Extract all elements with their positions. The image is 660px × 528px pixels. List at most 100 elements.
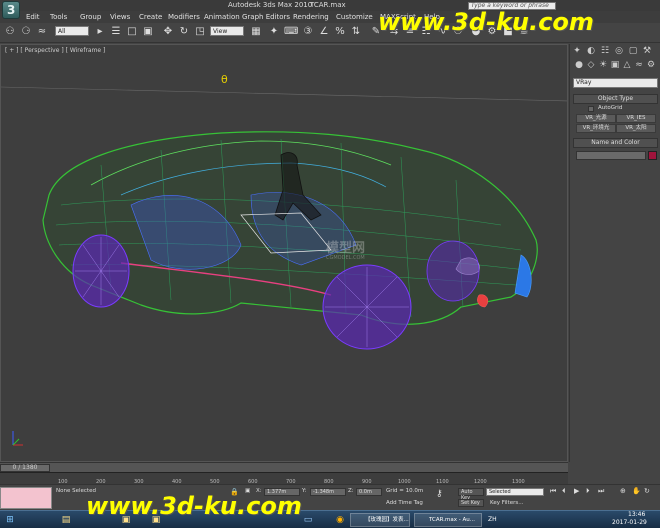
hierarchy-tab-icon[interactable]: ☷: [600, 46, 610, 56]
name-and-color-rollout[interactable]: Name and Color: [573, 138, 658, 148]
select-object-icon[interactable]: ▸: [94, 26, 106, 38]
site-watermark-top: www.3d-ku.com: [378, 8, 594, 36]
select-manipulate-icon[interactable]: ✦: [268, 26, 280, 38]
input-language[interactable]: ZH: [488, 516, 497, 523]
shapes-icon[interactable]: ◇: [586, 60, 596, 70]
menu-animation[interactable]: Animation: [204, 13, 240, 21]
window-title: Autodesk 3ds Max 2010: [228, 1, 313, 9]
object-color-swatch[interactable]: [648, 151, 657, 160]
create-tab-icon[interactable]: ✦: [572, 46, 582, 56]
scale-icon[interactable]: ◳: [194, 26, 206, 38]
spinner-snap-icon[interactable]: ⇅: [350, 26, 362, 38]
y-coordinate-field[interactable]: -1.348m: [310, 488, 346, 496]
menu-views[interactable]: Views: [110, 13, 130, 21]
pivot-gizmo-icon[interactable]: θ: [221, 73, 228, 86]
reference-coord-dropdown[interactable]: View: [210, 26, 244, 36]
autogrid-checkbox[interactable]: [588, 106, 594, 112]
percent-snap-icon[interactable]: %: [334, 26, 346, 38]
time-slider[interactable]: 0 / 1380: [0, 462, 568, 472]
menu-graph-editors[interactable]: Graph Editors: [242, 13, 290, 21]
desktop-icon[interactable]: ▭: [302, 514, 314, 526]
lights-icon[interactable]: ☀: [598, 60, 608, 70]
clock-date[interactable]: 2017-01-29: [612, 519, 647, 526]
front-wheel: [322, 264, 412, 350]
modify-tab-icon[interactable]: ◐: [586, 46, 596, 56]
vr-ambient-light-button[interactable]: VR_环境光: [576, 124, 616, 133]
key-filters-button[interactable]: Key Filters...: [490, 500, 523, 506]
prev-frame-icon[interactable]: ⏴: [562, 487, 566, 496]
renderer-dropdown[interactable]: VRay: [573, 78, 658, 88]
clock-time[interactable]: 13:46: [628, 511, 645, 518]
front-red-marker: [477, 294, 489, 308]
key-icon[interactable]: ⚷: [436, 489, 443, 499]
key-mode-dropdown[interactable]: Selected: [486, 488, 544, 496]
systems-icon[interactable]: ⚙: [646, 60, 656, 70]
explorer-icon[interactable]: ▤: [60, 514, 72, 526]
track-bar[interactable]: 100 200 300 400 500 600 700 800 900 1000…: [0, 472, 568, 485]
vr-ies-button[interactable]: VR_IES: [616, 114, 656, 123]
keyboard-shortcut-icon[interactable]: ⌨: [284, 26, 298, 38]
display-tab-icon[interactable]: ▢: [628, 46, 638, 56]
move-icon[interactable]: ✥: [162, 26, 174, 38]
orbit-icon[interactable]: ↻: [644, 487, 650, 495]
vr-light-button[interactable]: VR_光源: [576, 114, 616, 123]
spacewarps-icon[interactable]: ≈: [634, 60, 644, 70]
angle-snap-icon[interactable]: ∠: [318, 26, 330, 38]
menu-tools[interactable]: Tools: [50, 13, 67, 21]
object-name-input[interactable]: [576, 151, 646, 160]
model-watermark-sub: CGMODEL.COM: [326, 255, 365, 261]
z-label: Z:: [348, 488, 354, 494]
chrome-icon[interactable]: ◉: [334, 514, 346, 526]
motion-tab-icon[interactable]: ◎: [614, 46, 624, 56]
selection-filter-dropdown[interactable]: All: [55, 26, 89, 36]
z-coordinate-field[interactable]: 0.0m: [356, 488, 382, 496]
model-watermark: 模型网: [326, 241, 366, 256]
taskbar-item-3dsmax[interactable]: TCAR.max - Au...: [414, 513, 482, 527]
snap-toggle-icon[interactable]: ③: [302, 26, 314, 38]
menu-group[interactable]: Group: [80, 13, 101, 21]
play-icon[interactable]: ▶: [574, 487, 579, 495]
select-by-name-icon[interactable]: ☰: [110, 26, 122, 38]
autogrid-label: AutoGrid: [598, 105, 623, 111]
geometry-icon[interactable]: ●: [574, 60, 584, 70]
time-slider-handle[interactable]: 0 / 1380: [0, 464, 50, 472]
menu-create[interactable]: Create: [139, 13, 162, 21]
3dsmax-logo-icon[interactable]: 3: [2, 1, 20, 19]
car-wireframe-model[interactable]: [1, 45, 568, 462]
go-to-start-icon[interactable]: ⏮: [550, 487, 556, 496]
menu-modifiers[interactable]: Modifiers: [168, 13, 200, 21]
next-frame-icon[interactable]: ⏵: [586, 487, 590, 496]
rear-wheel: [72, 234, 130, 308]
window-crossing-icon[interactable]: ▣: [142, 26, 154, 38]
rotate-icon[interactable]: ↻: [178, 26, 190, 38]
unlink-icon[interactable]: ⚆: [20, 26, 32, 38]
cameras-icon[interactable]: ▣: [610, 60, 620, 70]
vr-sun-button[interactable]: VR_太阳: [616, 124, 656, 133]
start-button-icon[interactable]: ⊞: [4, 514, 16, 526]
auto-key-button[interactable]: Auto Key: [458, 488, 484, 501]
menu-rendering[interactable]: Rendering: [293, 13, 329, 21]
bind-spacewarp-icon[interactable]: ≈: [36, 26, 48, 38]
link-icon[interactable]: ⚇: [4, 26, 16, 38]
menu-customize[interactable]: Customize: [336, 13, 373, 21]
go-to-end-icon[interactable]: ⏭: [598, 487, 604, 496]
helpers-icon[interactable]: △: [622, 60, 632, 70]
y-label: Y:: [302, 488, 307, 494]
rect-selection-icon[interactable]: □: [126, 26, 138, 38]
zoom-icon[interactable]: ⊕: [620, 487, 626, 495]
file-name: TCAR.max: [310, 1, 346, 9]
far-front-wheel: [426, 240, 480, 302]
set-key-button[interactable]: Set Key: [458, 499, 484, 507]
grid-horizon: [1, 86, 567, 102]
object-type-rollout[interactable]: Object Type: [573, 94, 658, 104]
taskbar-item-forum[interactable]: 【玫瑰园】发表...: [350, 513, 410, 527]
menu-edit[interactable]: Edit: [26, 13, 40, 21]
pivot-center-icon[interactable]: ▦: [250, 26, 262, 38]
perspective-viewport[interactable]: [ + ] [ Perspective ] [ Wireframe ] θ 模型…: [0, 44, 568, 462]
grid-size: Grid = 10.0m: [386, 488, 424, 494]
pan-icon[interactable]: ✋: [632, 487, 641, 495]
add-time-tag[interactable]: Add Time Tag: [386, 500, 423, 506]
maxscript-listener[interactable]: [0, 487, 52, 509]
axis-tripod-icon: [12, 431, 23, 446]
utilities-tab-icon[interactable]: ⚒: [642, 46, 652, 56]
